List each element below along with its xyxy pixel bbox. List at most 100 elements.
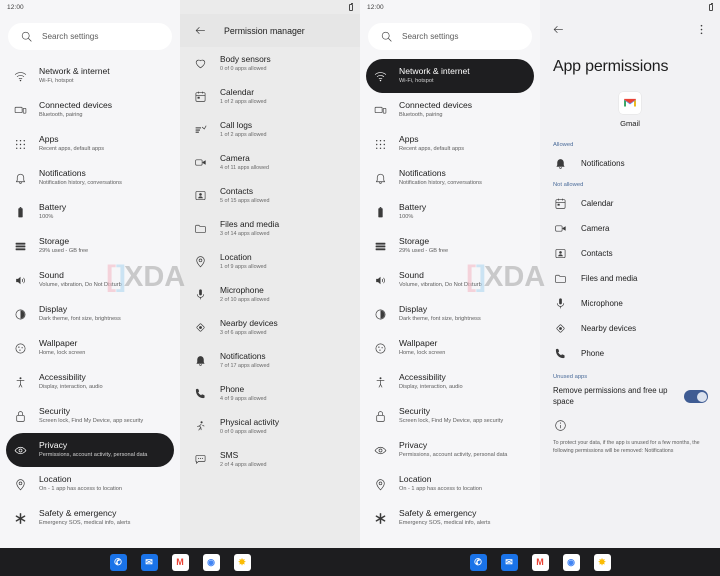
info-text: To protect your data, if the app is unus… xyxy=(553,440,700,454)
permission-row-call-logs[interactable]: Call logs 1 of 2 apps allowed xyxy=(180,113,360,146)
app-permissions-header xyxy=(540,14,720,44)
safety-icon xyxy=(13,511,28,526)
settings-row-safety-emergency[interactable]: Safety & emergency Emergency SOS, medical… xyxy=(0,501,180,535)
settings-row-network-internet[interactable]: Network & internet Wi-Fi, hotspot xyxy=(0,59,180,93)
row-title: Display xyxy=(399,304,428,315)
chrome-app-icon[interactable]: ◉ xyxy=(562,553,580,571)
permission-row-notifications[interactable]: Notifications 7 of 17 apps allowed xyxy=(180,344,360,377)
permission-row-physical-activity[interactable]: Physical activity 0 of 0 apps allowed xyxy=(180,410,360,443)
safety-icon xyxy=(373,511,388,526)
gmail-app-icon[interactable]: M xyxy=(531,553,549,571)
more-vert-icon[interactable] xyxy=(694,22,709,37)
panel-app-permissions: App permissions Gmail Allowed Notificati… xyxy=(540,0,720,576)
app-permission-row-microphone[interactable]: Microphone xyxy=(540,291,720,316)
settings-row-safety-emergency[interactable]: Safety & emergency Emergency SOS, medical… xyxy=(360,501,540,535)
settings-row-notifications[interactable]: Notifications Notification history, conve… xyxy=(360,161,540,195)
row-subtitle: Wi-Fi, hotspot xyxy=(39,78,74,85)
search-input[interactable]: Search settings xyxy=(8,23,172,50)
photos-app-icon[interactable]: ✸ xyxy=(233,553,251,571)
row-subtitle: Permissions, account activity, personal … xyxy=(399,452,508,459)
row-subtitle: 100% xyxy=(399,214,414,221)
settings-list: Network & internet Wi-Fi, hotspot Connecte… xyxy=(0,50,180,535)
row-subtitle: Permissions, account activity, personal … xyxy=(39,452,148,459)
settings-row-wallpaper[interactable]: Wallpaper Home, lock screen xyxy=(0,331,180,365)
remove-permissions-label: Remove permissions and free up space xyxy=(553,386,668,406)
photos-app-icon[interactable]: ✸ xyxy=(593,553,611,571)
settings-row-apps[interactable]: Apps Recent apps, default apps xyxy=(360,127,540,161)
settings-row-sound[interactable]: Sound Volume, vibration, Do Not Disturb xyxy=(360,263,540,297)
settings-row-wallpaper[interactable]: Wallpaper Home, lock screen xyxy=(360,331,540,365)
back-arrow-icon[interactable] xyxy=(551,22,566,37)
permission-row-camera[interactable]: Camera 4 of 11 apps allowed xyxy=(180,146,360,179)
app-permission-row-phone[interactable]: Phone xyxy=(540,341,720,366)
back-arrow-icon[interactable] xyxy=(193,23,208,38)
settings-row-storage[interactable]: Storage 29% used - GB free xyxy=(0,229,180,263)
row-title: Display xyxy=(39,304,68,315)
info-icon xyxy=(553,418,568,433)
microphone-icon xyxy=(553,296,568,311)
row-subtitle: Emergency SOS, medical info, alerts xyxy=(39,520,131,527)
app-permission-row-nearby-devices[interactable]: Nearby devices xyxy=(540,316,720,341)
settings-row-sound[interactable]: Sound Volume, vibration, Do Not Disturb xyxy=(0,263,180,297)
settings-row-accessibility[interactable]: Accessibility Display, interaction, audio xyxy=(0,365,180,399)
app-permission-row-calendar[interactable]: Calendar xyxy=(540,191,720,216)
settings-row-connected-devices[interactable]: Connected devices Bluetooth, pairing xyxy=(360,93,540,127)
allowed-permission-list: Notifications xyxy=(540,151,720,176)
row-title: Camera xyxy=(220,152,250,163)
settings-row-security[interactable]: Security Screen lock, Find My Device, app… xyxy=(0,399,180,433)
permission-row-calendar[interactable]: Calendar 1 of 2 apps allowed xyxy=(180,80,360,113)
settings-row-notifications[interactable]: Notifications Notification history, conve… xyxy=(0,161,180,195)
settings-row-security[interactable]: Security Screen lock, Find My Device, app… xyxy=(360,399,540,433)
permission-row-phone[interactable]: Phone 4 of 9 apps allowed xyxy=(180,377,360,410)
app-permission-row-contacts[interactable]: Contacts xyxy=(540,241,720,266)
settings-row-privacy[interactable]: Privacy Permissions, account activity, pe… xyxy=(6,433,174,467)
settings-row-accessibility[interactable]: Accessibility Display, interaction, audio xyxy=(360,365,540,399)
phone-app-icon[interactable]: ✆ xyxy=(109,553,127,571)
settings-row-connected-devices[interactable]: Connected devices Bluetooth, pairing xyxy=(0,93,180,127)
permission-row-location[interactable]: Location 1 of 9 apps allowed xyxy=(180,245,360,278)
settings-row-network-internet[interactable]: Network & internet Wi-Fi, hotspot xyxy=(366,59,534,93)
row-title: Nearby devices xyxy=(581,323,637,333)
remove-permissions-row[interactable]: Remove permissions and free up space xyxy=(540,383,720,410)
row-subtitle: 7 of 17 apps allowed xyxy=(220,362,270,369)
settings-row-storage[interactable]: Storage 29% used - GB free xyxy=(360,229,540,263)
permission-row-nearby-devices[interactable]: Nearby devices 3 of 6 apps allowed xyxy=(180,311,360,344)
phone-app-icon[interactable]: ✆ xyxy=(469,553,487,571)
permission-row-body-sensors[interactable]: Body sensors 0 of 0 apps allowed xyxy=(180,47,360,80)
chrome-app-icon[interactable]: ◉ xyxy=(202,553,220,571)
row-title: Sound xyxy=(399,270,424,281)
app-permission-row-files-and-media[interactable]: Files and media xyxy=(540,266,720,291)
permission-row-sms[interactable]: SMS 2 of 4 apps allowed xyxy=(180,443,360,476)
row-subtitle: 1 of 2 apps allowed xyxy=(220,98,267,105)
settings-row-display[interactable]: Display Dark theme, font size, brightness xyxy=(0,297,180,331)
heart-icon xyxy=(193,56,208,71)
settings-row-location[interactable]: Location On - 1 app has access to locatio… xyxy=(360,467,540,501)
messages-app-icon[interactable]: ✉ xyxy=(140,553,158,571)
permission-row-files-and-media[interactable]: Files and media 3 of 14 apps allowed xyxy=(180,212,360,245)
settings-row-battery[interactable]: Battery 100% xyxy=(0,195,180,229)
running-icon xyxy=(193,419,208,434)
lock-icon xyxy=(13,409,28,424)
row-title: Connected devices xyxy=(39,100,113,111)
app-permission-row-notifications[interactable]: Notifications xyxy=(540,151,720,176)
settings-row-display[interactable]: Display Dark theme, font size, brightness xyxy=(360,297,540,331)
settings-row-privacy[interactable]: Privacy Permissions, account activity, pe… xyxy=(360,433,540,467)
app-permission-row-camera[interactable]: Camera xyxy=(540,216,720,241)
info-block: To protect your data, if the app is unus… xyxy=(540,410,720,456)
settings-row-battery[interactable]: Battery 100% xyxy=(360,195,540,229)
app-identity: Gmail xyxy=(540,92,720,128)
row-title: Microphone xyxy=(581,298,623,308)
row-title: Network & internet xyxy=(399,66,470,77)
messages-app-icon[interactable]: ✉ xyxy=(500,553,518,571)
gmail-app-icon[interactable]: M xyxy=(171,553,189,571)
permission-row-contacts[interactable]: Contacts 5 of 15 apps allowed xyxy=(180,179,360,212)
remove-permissions-toggle[interactable] xyxy=(684,390,708,404)
settings-row-apps[interactable]: Apps Recent apps, default apps xyxy=(0,127,180,161)
row-title: Security xyxy=(399,406,431,417)
settings-row-location[interactable]: Location On - 1 app has access to locatio… xyxy=(0,467,180,501)
microphone-icon xyxy=(193,287,208,302)
search-input[interactable]: Search settings xyxy=(368,23,532,50)
panel-permission-manager: Permission manager Body sensors 0 of 0 ap… xyxy=(180,0,360,576)
permission-row-microphone[interactable]: Microphone 2 of 10 apps allowed xyxy=(180,278,360,311)
row-subtitle: 4 of 9 apps allowed xyxy=(220,395,267,402)
